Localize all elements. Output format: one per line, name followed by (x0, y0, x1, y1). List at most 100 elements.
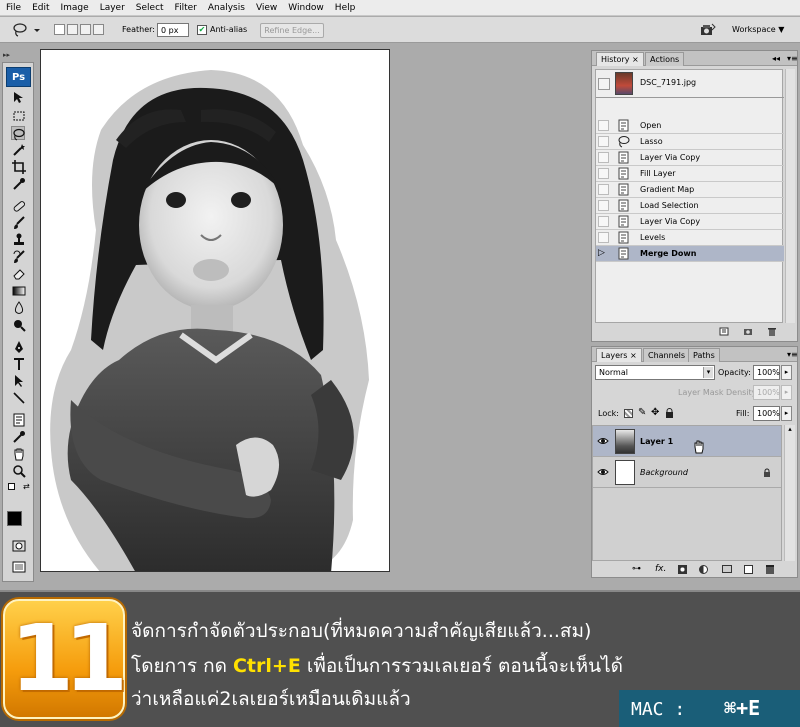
tab-layers[interactable]: Layers × (596, 348, 642, 362)
refine-edge-button[interactable]: Refine Edge... (260, 23, 324, 38)
subtract-selection-button[interactable] (80, 24, 91, 35)
history-document-icon (618, 183, 629, 196)
new-group-icon[interactable] (722, 565, 732, 573)
opacity-slider-button[interactable]: ▸ (781, 365, 792, 380)
menu-edit[interactable]: Edit (32, 3, 49, 13)
bridge-icon[interactable] (699, 22, 717, 38)
pen-icon[interactable] (12, 340, 26, 354)
history-snapshot[interactable]: DSC_7191.jpg (596, 70, 784, 98)
trash-icon[interactable] (766, 565, 774, 574)
hand-icon[interactable] (12, 447, 26, 461)
line-icon[interactable] (12, 391, 26, 405)
screen-mode-icon[interactable] (12, 560, 26, 574)
layers-scrollbar[interactable]: ▴ (784, 425, 795, 561)
menu-window[interactable]: Window (288, 3, 324, 13)
gradient-icon[interactable] (12, 284, 26, 298)
move-icon[interactable] (12, 91, 26, 105)
history-document-icon (618, 167, 629, 180)
swap-colors-icon[interactable]: ⇄ (23, 482, 30, 491)
history-step[interactable]: Load Selection (596, 198, 784, 214)
history-step[interactable]: Open (596, 118, 784, 134)
brush-icon[interactable] (12, 216, 26, 230)
quick-mask-icon[interactable] (12, 539, 26, 553)
dodge-icon[interactable] (12, 318, 26, 332)
history-step[interactable]: Levels (596, 230, 784, 246)
fx-icon[interactable]: fx. (655, 564, 666, 574)
history-brush-icon[interactable] (12, 250, 26, 264)
panel-menu-icon[interactable]: ▾≡ (787, 54, 798, 63)
new-selection-button[interactable] (54, 24, 65, 35)
eyedropper-icon[interactable] (12, 177, 26, 191)
lock-pixels-icon[interactable]: ✎ (638, 407, 646, 418)
opacity-input[interactable]: 100% (753, 365, 780, 380)
path-select-icon[interactable] (12, 374, 26, 388)
new-snapshot-icon[interactable] (743, 327, 753, 336)
antialias-checkbox[interactable]: ✔ (197, 25, 207, 35)
eraser-icon[interactable] (12, 267, 26, 281)
feather-label: Feather: (122, 25, 155, 34)
lock-position-icon[interactable]: ✥ (651, 407, 659, 418)
link-layers-icon[interactable]: ⊶ (632, 564, 641, 574)
history-step[interactable]: Layer Via Copy (596, 214, 784, 230)
history-step[interactable]: Lasso (596, 134, 784, 150)
menu-select[interactable]: Select (136, 3, 164, 13)
new-document-from-state-icon[interactable] (719, 327, 729, 336)
menu-image[interactable]: Image (61, 3, 89, 13)
layer-thumbnail (615, 460, 635, 485)
eye-icon[interactable] (597, 436, 609, 446)
tab-channels[interactable]: Channels (643, 348, 691, 362)
crop-icon[interactable] (12, 160, 26, 174)
default-colors-icon[interactable] (8, 483, 15, 490)
intersect-selection-button[interactable] (93, 24, 104, 35)
lock-transparency-icon[interactable] (624, 409, 633, 418)
menu-filter[interactable]: Filter (175, 3, 197, 13)
zoom-icon[interactable] (12, 464, 26, 478)
new-layer-icon[interactable] (744, 565, 753, 574)
eyedropper2-icon[interactable] (12, 430, 26, 444)
toolbox: ▸▸ Ps ⇄ (2, 51, 34, 582)
blur-icon[interactable] (12, 301, 26, 315)
lasso-icon[interactable] (11, 126, 25, 141)
notes-icon[interactable] (12, 413, 26, 427)
panel-collapse-icon[interactable]: ◂◂ (772, 54, 780, 63)
tab-actions[interactable]: Actions (645, 52, 685, 66)
clone-stamp-icon[interactable] (12, 233, 26, 247)
history-step[interactable]: Layer Via Copy (596, 150, 784, 166)
history-scrollbar[interactable] (785, 69, 795, 323)
fill-slider-button[interactable]: ▸ (781, 406, 792, 421)
fill-input[interactable]: 100% (753, 406, 780, 421)
trash-icon[interactable] (767, 327, 777, 336)
layers-bottom-bar: ⊶ fx. (592, 563, 797, 577)
marquee-icon[interactable] (12, 109, 26, 123)
mask-density-input: 100% (753, 385, 780, 400)
history-step-current[interactable]: ▷ Merge Down (596, 246, 784, 262)
layer-row-background[interactable]: Background (593, 457, 781, 488)
foreground-color-swatch[interactable] (7, 511, 22, 526)
tab-history[interactable]: History × (596, 52, 644, 66)
menu-analysis[interactable]: Analysis (208, 3, 245, 13)
layer-row-layer-1[interactable]: Layer 1 (593, 426, 781, 457)
lock-all-icon[interactable] (665, 408, 674, 418)
workspace-menu[interactable]: Workspace ▼ (732, 25, 784, 35)
toolbox-grip[interactable]: ▸▸ (3, 51, 35, 61)
history-step[interactable]: Fill Layer (596, 166, 784, 182)
tool-preset-picker[interactable] (12, 23, 42, 37)
magic-wand-icon[interactable] (12, 143, 26, 157)
healing-icon[interactable] (12, 199, 26, 213)
tab-paths[interactable]: Paths (688, 348, 720, 362)
menu-file[interactable]: File (6, 3, 21, 13)
add-mask-icon[interactable] (678, 565, 687, 574)
menu-layer[interactable]: Layer (100, 3, 125, 13)
panel-menu-icon[interactable]: ▾≡ (787, 350, 798, 359)
feather-input[interactable]: 0 px (157, 23, 189, 37)
menu-help[interactable]: Help (335, 3, 356, 13)
eye-icon[interactable] (597, 467, 609, 477)
menu-view[interactable]: View (256, 3, 277, 13)
adjustment-layer-icon[interactable] (699, 565, 708, 574)
document-canvas[interactable] (40, 49, 390, 572)
add-selection-button[interactable] (67, 24, 78, 35)
blend-mode-select[interactable]: Normal ▾ (595, 365, 715, 380)
history-step[interactable]: Gradient Map (596, 182, 784, 198)
opacity-label: Opacity: (718, 368, 751, 377)
type-icon[interactable] (12, 357, 26, 371)
